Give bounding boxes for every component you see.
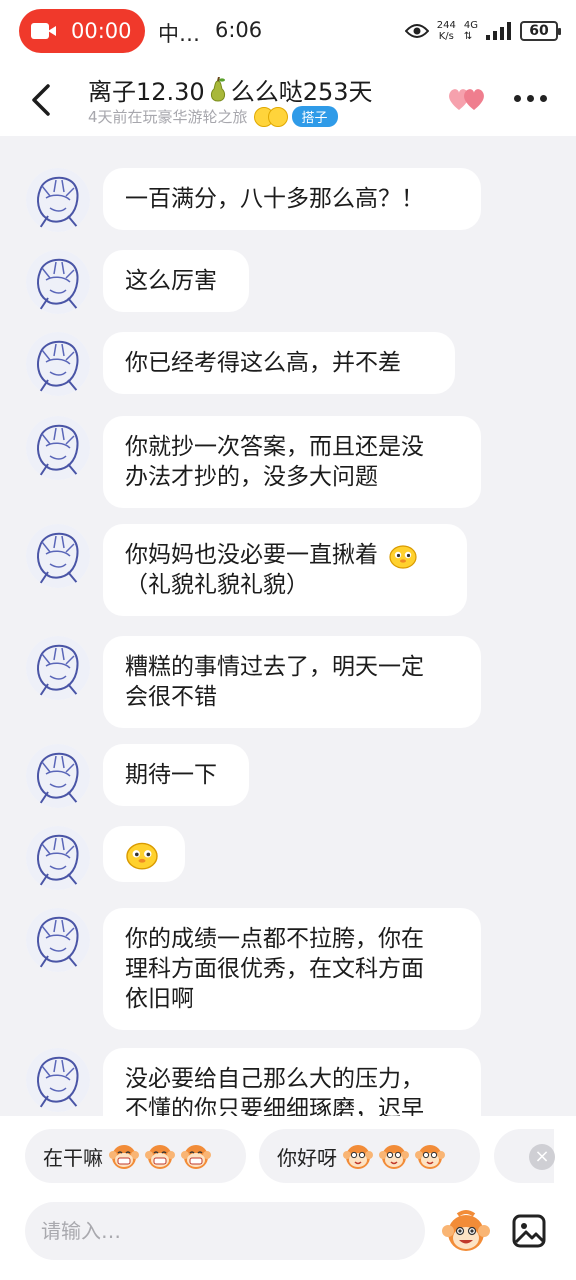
chat-title[interactable]: 离子12.30 么么哒253天 <box>88 72 373 107</box>
partner-badge[interactable]: 搭子 <box>291 106 338 127</box>
avatar[interactable] <box>26 524 90 588</box>
recording-time: 00:00 <box>71 19 132 43</box>
eye-icon <box>404 24 429 38</box>
monkey-mascot-icon[interactable] <box>442 1209 490 1253</box>
chat-subtitle: 4天前在玩豪华游轮之旅 搭子 <box>88 106 338 127</box>
emoji-faces-icon <box>253 106 288 127</box>
message-text-line: 你就抄一次答案，而且还是没 <box>125 434 424 460</box>
chat-title-part2: 么么哒253天 <box>230 78 373 106</box>
message-text: 你妈妈也没必要一直揪着 <box>125 542 378 568</box>
avatar[interactable] <box>26 636 90 700</box>
yellow-face-icon <box>126 842 158 870</box>
hearts-icon[interactable] <box>447 84 487 114</box>
yellow-face-icon <box>389 544 417 569</box>
grinning-monkey-icon <box>145 1145 175 1169</box>
bottom-panel: 在干嘛 你好呀 × 请输入… <box>0 1116 576 1280</box>
message-text: 期待一下 <box>125 762 217 788</box>
pear-icon <box>210 76 225 102</box>
message-text-line: 会很不错 <box>125 684 217 710</box>
message-bubble[interactable]: 你就抄一次答案，而且还是没 办法才抄的，没多大问题 <box>103 416 481 508</box>
status-bar: 00:00 中… 6:06 244 K/s 4G ⇅ 60 <box>0 0 576 64</box>
more-options-icon[interactable] <box>514 90 548 106</box>
screen-recording-indicator[interactable]: 00:00 <box>19 9 145 53</box>
message-bubble[interactable]: 期待一下 <box>103 744 249 806</box>
chat-header: 离子12.30 么么哒253天 4天前在玩豪华游轮之旅 搭子 <box>0 64 576 136</box>
network-type-label: 4G <box>463 20 478 31</box>
image-icon[interactable] <box>512 1214 546 1248</box>
message-bubble[interactable]: 糟糕的事情过去了，明天一定 会很不错 <box>103 636 481 728</box>
chat-title-part1: 离子12.30 <box>88 78 205 106</box>
avatar[interactable] <box>26 250 90 314</box>
quick-reply-chip[interactable]: 在干嘛 <box>25 1129 246 1183</box>
message-bubble[interactable]: 没必要给自己那么大的压力， 不懂的你只要细细琢磨，迟早 <box>103 1048 481 1116</box>
avatar[interactable] <box>26 168 90 232</box>
last-active-text: 4天前在玩豪华游轮之旅 <box>88 108 248 126</box>
battery-icon: 60 <box>520 21 561 41</box>
network-speed: 244 K/s <box>437 20 456 42</box>
signal-icon <box>486 22 511 40</box>
network-speed-value: 244 <box>436 20 456 31</box>
avatar[interactable] <box>26 332 90 396</box>
avatar[interactable] <box>26 416 90 480</box>
message-bubble[interactable]: 你的成绩一点都不拉胯，你在 理科方面很优秀，在文科方面 依旧啊 <box>103 908 481 1030</box>
clock: 6:06 <box>215 18 263 42</box>
close-icon[interactable]: × <box>529 1144 555 1170</box>
smiling-monkey-icon <box>343 1145 373 1169</box>
status-icons: 244 K/s 4G ⇅ 60 <box>404 14 561 48</box>
network-speed-unit: K/s <box>438 31 454 42</box>
quick-reply-label: 你好呀 <box>277 1145 337 1170</box>
message-text-line: 办法才抄的，没多大问题 <box>125 464 378 490</box>
message-bubble[interactable]: 你已经考得这么高，并不差 <box>103 332 455 394</box>
video-camera-icon <box>31 23 57 39</box>
smiling-monkey-icon <box>415 1145 445 1169</box>
message-bubble[interactable] <box>103 826 185 882</box>
avatar[interactable] <box>26 908 90 972</box>
message-text-line: 依旧啊 <box>125 986 194 1012</box>
data-arrows-icon: ⇅ <box>463 31 473 42</box>
message-text-line: 你的成绩一点都不拉胯，你在 <box>125 926 424 952</box>
battery-level: 60 <box>529 23 549 39</box>
message-text-line: 糟糕的事情过去了，明天一定 <box>125 654 424 680</box>
message-bubble[interactable]: 这么厉害 <box>103 250 249 312</box>
message-text-line: 理科方面很优秀，在文科方面 <box>125 956 424 982</box>
message-text-line: 你妈妈也没必要一直揪着 <box>125 540 445 570</box>
message-bubble[interactable]: 一百满分，八十多那么高？！ <box>103 168 481 230</box>
message-text-line: 不懂的你只要细细琢磨，迟早 <box>125 1096 424 1116</box>
network-type: 4G ⇅ <box>464 20 478 42</box>
carrier-name: 中… <box>158 22 200 46</box>
message-bubble[interactable]: 你妈妈也没必要一直揪着 （礼貌礼貌礼貌） <box>103 524 467 616</box>
avatar[interactable] <box>26 1048 90 1112</box>
quick-reply-chip[interactable]: 你好呀 <box>259 1129 480 1183</box>
quick-reply-label: 在干嘛 <box>43 1145 103 1170</box>
back-arrow-icon[interactable] <box>22 80 62 120</box>
message-text: 你已经考得这么高，并不差 <box>125 350 401 376</box>
grinning-monkey-icon <box>181 1145 211 1169</box>
message-text-line: 没必要给自己那么大的压力， <box>125 1066 424 1092</box>
grinning-monkey-icon <box>109 1145 139 1169</box>
message-text-line: （礼貌礼貌礼貌） <box>125 572 309 598</box>
message-text: 这么厉害 <box>125 268 217 294</box>
smiling-monkey-icon <box>379 1145 409 1169</box>
avatar[interactable] <box>26 744 90 808</box>
message-list[interactable]: 一百满分，八十多那么高？！ 这么厉害 你已经考得这么高，并不差 你就抄一次答案，… <box>0 136 576 1116</box>
message-text: 一百满分，八十多那么高？！ <box>125 186 424 212</box>
avatar[interactable] <box>26 826 90 890</box>
message-input[interactable] <box>25 1202 425 1260</box>
